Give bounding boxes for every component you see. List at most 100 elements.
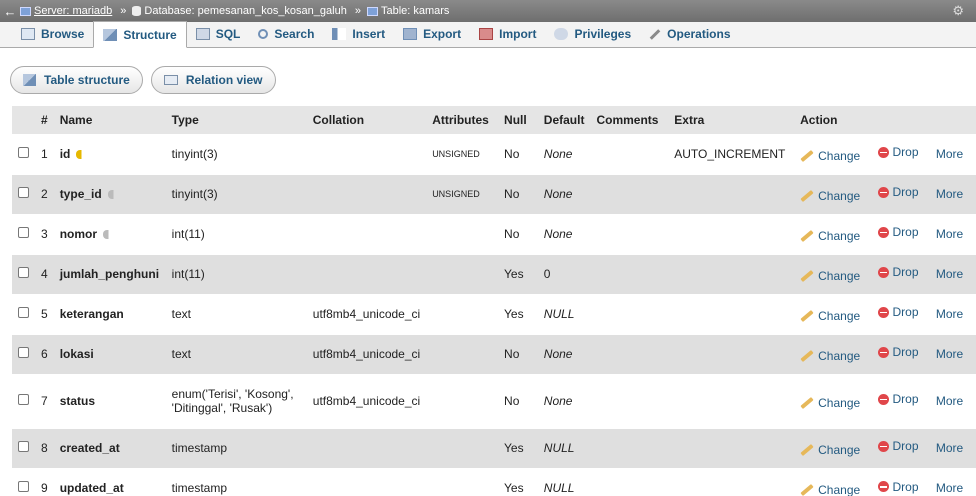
row-checkbox[interactable] bbox=[18, 147, 29, 158]
relation-view-button[interactable]: Relation view bbox=[150, 66, 276, 94]
more-button[interactable]: More bbox=[936, 347, 963, 361]
drop-button[interactable]: Drop bbox=[877, 345, 919, 359]
cell-comments bbox=[590, 427, 669, 468]
table-row: 9 updated_at timestamp Yes NULL Change D… bbox=[12, 467, 976, 496]
header-comments: Comments bbox=[590, 106, 669, 134]
tab-export[interactable]: Export bbox=[394, 21, 470, 47]
row-checkbox-cell[interactable] bbox=[12, 173, 35, 214]
relation-icon bbox=[163, 75, 178, 85]
more-button[interactable]: More bbox=[936, 307, 963, 321]
back-arrow-icon[interactable]: ← bbox=[0, 4, 20, 19]
header-action: Action bbox=[794, 106, 976, 134]
change-button[interactable]: Change bbox=[800, 189, 860, 203]
drop-button[interactable]: Drop bbox=[877, 392, 919, 406]
tab-label: Import bbox=[499, 27, 537, 41]
table-structure-button[interactable]: Table structure bbox=[10, 66, 143, 94]
change-button[interactable]: Change bbox=[800, 443, 860, 457]
more-button[interactable]: More bbox=[936, 394, 963, 408]
more-button[interactable]: More bbox=[936, 481, 963, 495]
change-button[interactable]: Change bbox=[800, 483, 860, 496]
header-name[interactable]: Name bbox=[53, 106, 166, 134]
cell-default: None bbox=[537, 133, 591, 174]
more-button[interactable]: More bbox=[936, 187, 963, 201]
cell-attributes bbox=[426, 467, 499, 496]
drop-button[interactable]: Drop bbox=[877, 185, 919, 199]
cell-comments bbox=[590, 467, 669, 496]
drop-button[interactable]: Drop bbox=[877, 145, 919, 160]
more-button[interactable]: More bbox=[936, 147, 963, 161]
table-structure-label: Table structure bbox=[44, 73, 130, 87]
row-checkbox[interactable] bbox=[18, 267, 29, 278]
tab-browse[interactable]: Browse bbox=[12, 21, 93, 47]
cell-num: 3 bbox=[35, 213, 54, 254]
breadcrumb-database-label[interactable]: Database: pemesanan_kos_kosan_galuh bbox=[144, 5, 346, 17]
drop-label: Drop bbox=[892, 225, 919, 240]
row-checkbox-cell[interactable] bbox=[12, 333, 35, 374]
cell-comments bbox=[590, 373, 669, 428]
breadcrumb-server-label[interactable]: Server: mariadb bbox=[34, 5, 112, 17]
header-default: Default bbox=[537, 106, 591, 134]
row-checkbox[interactable] bbox=[18, 394, 29, 405]
breadcrumb-table-label[interactable]: Table: kamars bbox=[381, 5, 449, 17]
cell-collation bbox=[306, 173, 427, 214]
cell-type: tinyint(3) bbox=[165, 133, 307, 174]
tab-label: Search bbox=[274, 27, 315, 41]
more-button[interactable]: More bbox=[936, 227, 963, 241]
row-checkbox-cell[interactable] bbox=[12, 467, 35, 496]
row-checkbox[interactable] bbox=[18, 441, 29, 452]
cell-actions: Change Drop More bbox=[794, 293, 976, 334]
cell-attributes bbox=[426, 373, 499, 428]
change-button[interactable]: Change bbox=[800, 269, 860, 283]
pencil-icon bbox=[800, 309, 814, 322]
breadcrumb-separator: » bbox=[354, 5, 361, 17]
drop-button[interactable]: Drop bbox=[877, 265, 919, 279]
cell-null: No bbox=[498, 213, 538, 254]
row-checkbox-cell[interactable] bbox=[12, 133, 35, 174]
tab-import[interactable]: Import bbox=[470, 21, 545, 47]
cell-default: NULL bbox=[537, 293, 591, 334]
cell-null: No bbox=[498, 173, 538, 214]
drop-label: Drop bbox=[892, 145, 919, 160]
row-checkbox[interactable] bbox=[18, 227, 29, 238]
gear-icon[interactable]: ⚙ bbox=[952, 3, 964, 19]
change-button[interactable]: Change bbox=[800, 309, 860, 323]
more-button[interactable]: More bbox=[936, 267, 963, 281]
row-checkbox[interactable] bbox=[18, 307, 29, 318]
pencil-icon bbox=[800, 349, 814, 362]
cell-actions: Change Drop More bbox=[794, 253, 976, 294]
breadcrumb-server[interactable]: Server: mariadb bbox=[20, 5, 112, 17]
tab-sql[interactable]: SQL bbox=[187, 21, 250, 47]
change-button[interactable]: Change bbox=[800, 229, 860, 243]
cell-actions: Change Drop More bbox=[794, 213, 976, 254]
tab-privileges[interactable]: Privileges bbox=[545, 21, 640, 47]
cell-collation bbox=[306, 213, 427, 254]
row-checkbox-cell[interactable] bbox=[12, 213, 35, 254]
row-checkbox[interactable] bbox=[18, 481, 29, 493]
change-button[interactable]: Change bbox=[800, 149, 860, 163]
change-button[interactable]: Change bbox=[800, 349, 860, 363]
table-icon bbox=[366, 6, 378, 16]
row-checkbox-cell[interactable] bbox=[12, 293, 35, 334]
drop-button[interactable]: Drop bbox=[877, 439, 919, 453]
tab-search[interactable]: Search bbox=[249, 21, 323, 47]
cell-type: int(11) bbox=[165, 213, 307, 254]
tab-structure[interactable]: Structure bbox=[93, 21, 187, 48]
row-checkbox[interactable] bbox=[18, 347, 29, 358]
row-checkbox-cell[interactable] bbox=[12, 253, 35, 294]
breadcrumb-database[interactable]: Database: pemesanan_kos_kosan_galuh bbox=[132, 5, 347, 17]
row-checkbox[interactable] bbox=[18, 187, 29, 198]
more-button[interactable]: More bbox=[936, 441, 963, 455]
drop-button[interactable]: Drop bbox=[877, 480, 919, 494]
tab-operations[interactable]: Operations bbox=[640, 21, 739, 47]
breadcrumb-table[interactable]: Table: kamars bbox=[366, 5, 449, 17]
drop-button[interactable]: Drop bbox=[877, 305, 919, 319]
cell-name: nomor bbox=[53, 213, 166, 254]
table-row: 8 created_at timestamp Yes NULL Change D… bbox=[12, 427, 976, 468]
change-button[interactable]: Change bbox=[800, 396, 860, 410]
more-label: More bbox=[935, 393, 964, 408]
drop-button[interactable]: Drop bbox=[877, 225, 919, 240]
cell-type: text bbox=[165, 333, 307, 374]
tab-insert[interactable]: Insert bbox=[323, 21, 394, 47]
row-checkbox-cell[interactable] bbox=[12, 427, 35, 468]
row-checkbox-cell[interactable] bbox=[12, 373, 35, 428]
